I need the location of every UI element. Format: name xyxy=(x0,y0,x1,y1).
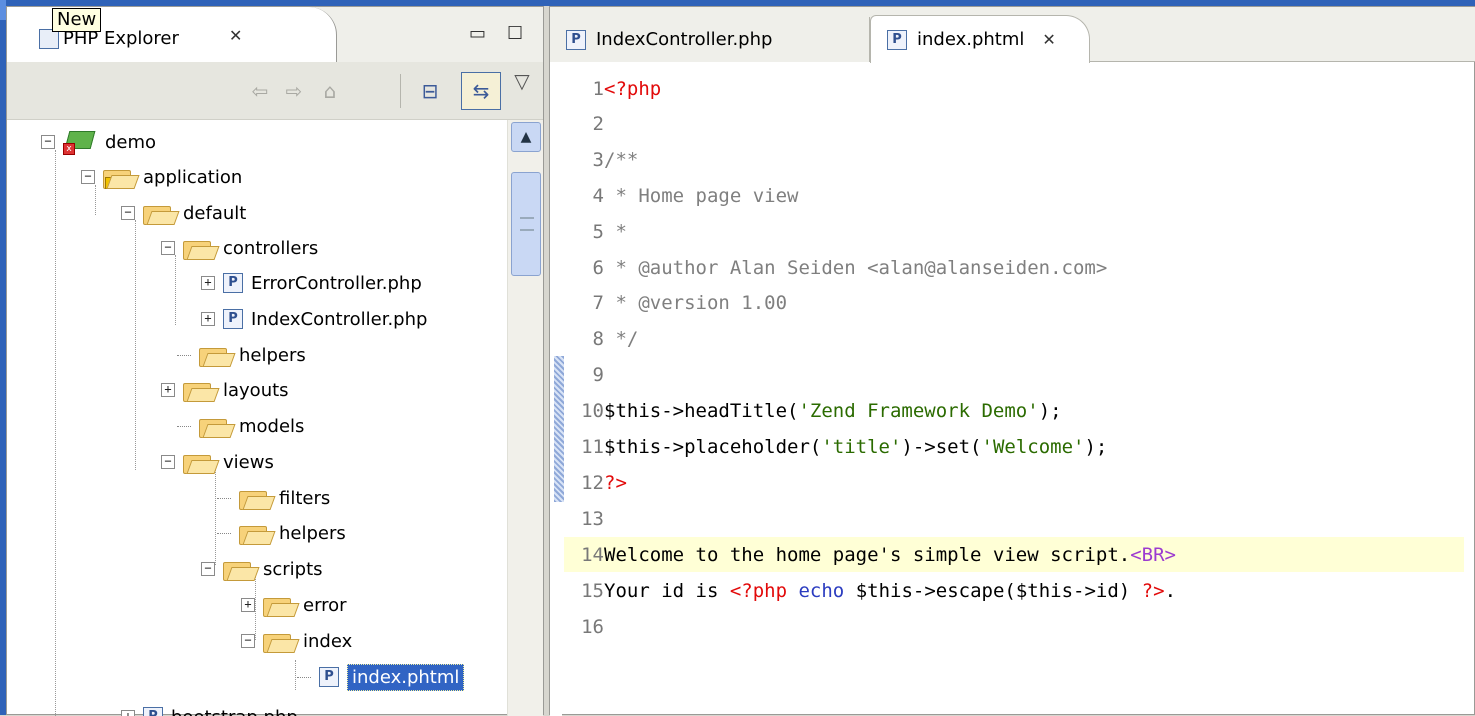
tree-item-application[interactable]: − ! application xyxy=(81,162,242,192)
project-tree: − x demo − ! application − default − con… xyxy=(7,120,507,716)
maximize-icon[interactable]: ☐ xyxy=(507,25,523,43)
explorer-toolbar: ⇦ ⇨ ⌂ ⊟ ⇆ ▽ xyxy=(7,62,543,120)
tree-item-demo[interactable]: − x demo xyxy=(41,127,156,157)
php-file-icon: P xyxy=(566,29,586,50)
collapse-toggle[interactable]: − xyxy=(161,241,175,255)
tree-item-layouts[interactable]: + layouts xyxy=(161,375,289,405)
expand-toggle[interactable]: + xyxy=(121,710,135,716)
folder-icon xyxy=(183,238,215,260)
collapse-toggle[interactable]: − xyxy=(241,634,255,648)
code-editor: P IndexController.php P index.phtml ✕ 1 <… xyxy=(549,6,1475,716)
tree-item-error[interactable]: + error xyxy=(241,590,347,620)
tab-index-phtml[interactable]: P index.phtml ✕ xyxy=(870,15,1090,63)
tab-indexcontroller[interactable]: P IndexController.php xyxy=(550,17,870,62)
back-icon[interactable]: ⇦ xyxy=(245,76,275,106)
collapse-toggle[interactable]: − xyxy=(201,562,215,576)
code-line: 10 $this->headTitle('Zend Framework Demo'… xyxy=(581,399,1062,422)
tree-item-views[interactable]: − views xyxy=(161,447,274,477)
tree-item-indexcontroller[interactable]: + P IndexController.php xyxy=(201,304,427,334)
php-explorer-view: PHP Explorer ✕ ▭ ☐ ⇦ ⇨ ⌂ ⊟ ⇆ ▽ − x demo … xyxy=(6,6,544,716)
php-explorer-icon xyxy=(39,29,59,49)
code-line: 13 xyxy=(581,507,604,530)
code-line: 1 <?php xyxy=(592,77,662,100)
code-line: 4 * Home page view xyxy=(592,184,799,207)
collapse-toggle[interactable]: − xyxy=(121,206,135,220)
folder-icon xyxy=(239,523,271,545)
close-icon[interactable]: ✕ xyxy=(229,26,242,45)
expand-toggle[interactable]: + xyxy=(241,598,255,612)
editor-ruler xyxy=(550,63,564,716)
folder-icon xyxy=(183,380,215,402)
new-tooltip: New xyxy=(52,8,102,32)
collapse-all-icon[interactable]: ⊟ xyxy=(415,76,445,106)
folder-icon: ! xyxy=(103,167,135,189)
tree-item-filters[interactable]: filters xyxy=(217,483,330,513)
code-line: 16 xyxy=(581,615,604,638)
code-line: 2 xyxy=(592,112,604,135)
tree-item-default[interactable]: − default xyxy=(121,198,246,228)
php-file-icon: P xyxy=(223,273,243,293)
folder-icon xyxy=(199,416,231,438)
code-line: 7 * @version 1.00 xyxy=(592,291,788,314)
code-line: 8 */ xyxy=(592,327,639,350)
view-menu-icon[interactable]: ▽ xyxy=(507,66,537,96)
minimize-icon[interactable]: ▭ xyxy=(469,25,486,43)
tree-item-scripts[interactable]: − scripts xyxy=(201,554,323,584)
tree-item-index[interactable]: − index xyxy=(241,626,352,656)
tree-item-errorcontroller[interactable]: + P ErrorController.php xyxy=(201,268,422,298)
expand-toggle[interactable]: + xyxy=(201,276,215,290)
php-file-icon: P xyxy=(887,29,907,50)
project-icon: x xyxy=(63,129,97,155)
editor-tabbar: P IndexController.php P index.phtml ✕ xyxy=(550,7,1475,63)
php-file-icon: P xyxy=(223,309,243,329)
code-line: 5 * xyxy=(592,220,627,243)
scroll-up-button[interactable]: ▲ xyxy=(511,122,541,152)
folder-icon xyxy=(143,203,175,225)
tree-item-helpers[interactable]: helpers xyxy=(177,340,306,370)
folder-icon xyxy=(263,595,295,617)
code-line: 11 $this->placeholder('title')->set('Welc… xyxy=(581,435,1108,458)
folder-icon xyxy=(183,452,215,474)
php-file-icon: P xyxy=(319,667,339,687)
expand-toggle[interactable]: + xyxy=(161,383,175,397)
tree-item-controllers[interactable]: − controllers xyxy=(161,233,318,263)
link-with-editor-icon[interactable]: ⇆ xyxy=(461,72,501,110)
close-icon[interactable]: ✕ xyxy=(1042,30,1055,49)
code-line: 9 xyxy=(592,363,604,386)
tree-item-bootstrap[interactable]: + P bootstrap.php xyxy=(121,702,298,716)
tree-item-views-helpers[interactable]: helpers xyxy=(217,518,346,548)
scroll-thumb[interactable] xyxy=(511,172,541,276)
code-line: 12 ?> xyxy=(581,471,627,494)
code-line: 15 Your id is <?php echo $this->escape($t… xyxy=(581,579,1177,602)
code-line: 3/** xyxy=(592,148,639,171)
code-line-current: 14 Welcome to the home page's simple view… xyxy=(564,537,1464,572)
folder-icon xyxy=(223,559,255,581)
forward-icon[interactable]: ⇨ xyxy=(279,76,309,106)
expand-toggle[interactable]: + xyxy=(201,312,215,326)
tree-item-index-phtml[interactable]: P index.phtml xyxy=(297,662,465,692)
up-home-icon[interactable]: ⌂ xyxy=(315,76,345,106)
tree-scrollbar[interactable]: ▲ xyxy=(507,120,543,716)
collapse-toggle[interactable]: − xyxy=(41,135,55,149)
change-marker xyxy=(554,356,564,502)
code-line: 6 * @author Alan Seiden <alan@alanseiden… xyxy=(592,256,1108,279)
folder-icon xyxy=(199,345,231,367)
toolbar-separator xyxy=(400,74,401,108)
collapse-toggle[interactable]: − xyxy=(81,170,95,184)
folder-icon xyxy=(239,488,271,510)
folder-icon xyxy=(263,631,295,653)
collapse-toggle[interactable]: − xyxy=(161,455,175,469)
tree-item-models[interactable]: models xyxy=(177,411,304,441)
